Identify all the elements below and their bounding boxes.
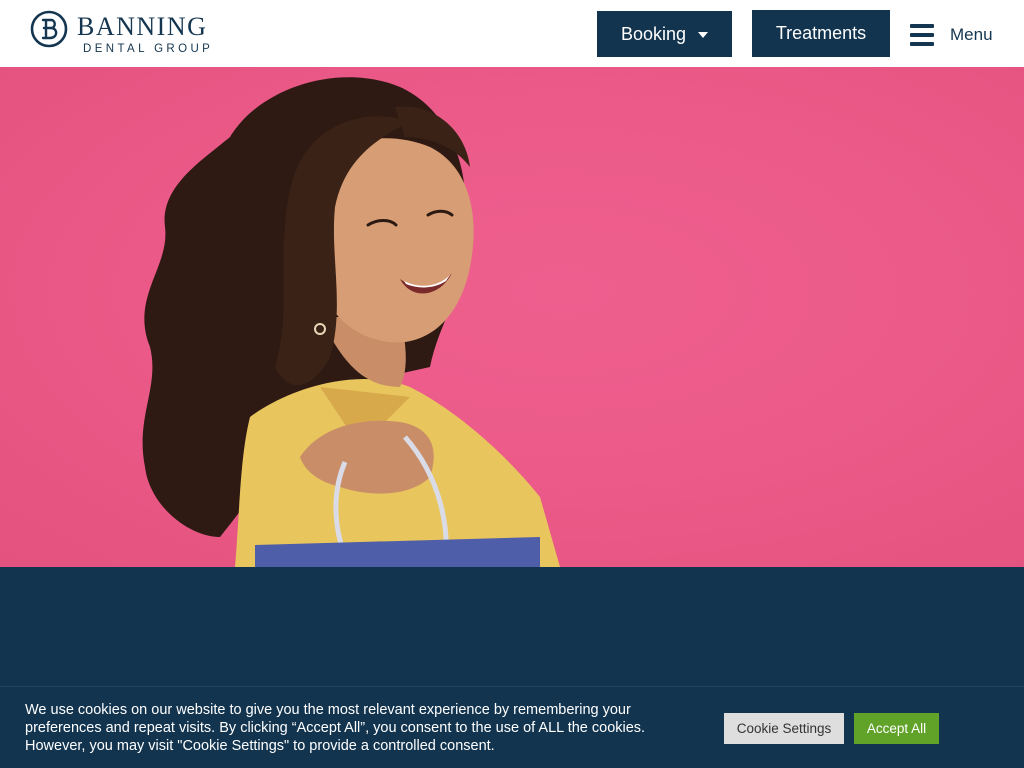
cookie-settings-button[interactable]: Cookie Settings [724,713,844,744]
hero-illustration [142,77,560,567]
logo-subtitle: DENTAL GROUP [83,43,214,55]
menu-label: Menu [950,25,993,44]
menu-toggle[interactable]: Menu [910,20,1000,50]
site-logo[interactable]: BANNING DENTAL GROUP [30,9,215,59]
cookie-banner: We use cookies on our website to give yo… [0,686,1024,768]
logo-name: BANNING [77,12,208,41]
site-header: BANNING DENTAL GROUP Booking Treatments … [0,0,1024,67]
booking-dropdown-button[interactable]: Booking [597,11,732,57]
chevron-down-icon [698,32,709,38]
hero-image [0,67,1024,567]
cookie-message: We use cookies on our website to give yo… [25,702,646,754]
hamburger-icon [910,24,934,46]
accept-all-button[interactable]: Accept All [854,713,939,744]
treatments-button[interactable]: Treatments [752,10,890,57]
logo-mark-icon [30,10,68,48]
booking-label: Booking [620,23,687,44]
